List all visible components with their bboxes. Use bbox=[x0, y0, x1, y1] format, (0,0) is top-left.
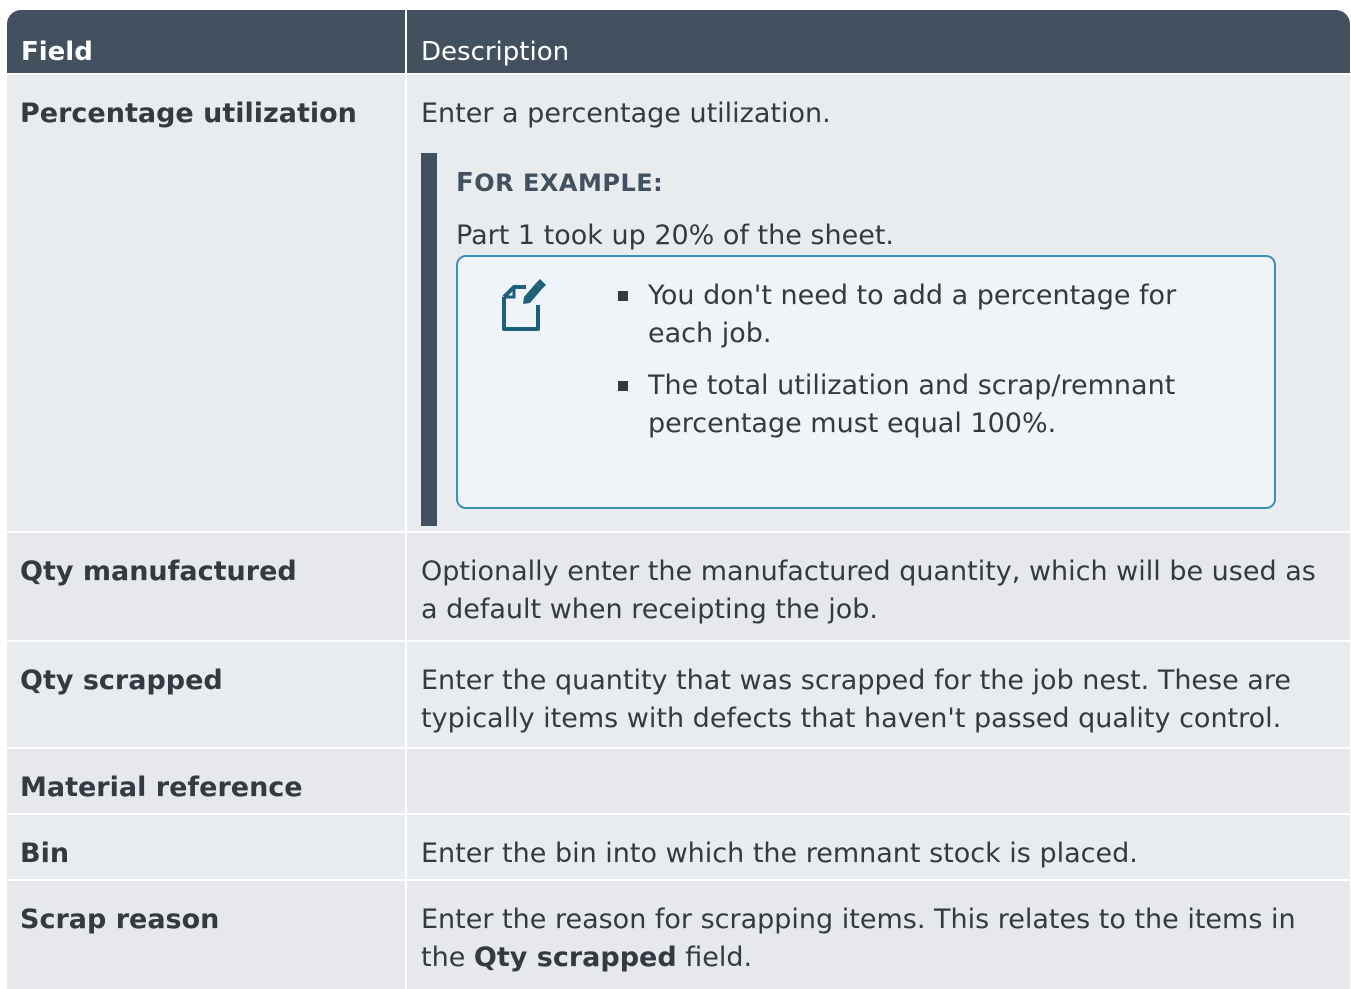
table-row: Percentage utilization Enter a percentag… bbox=[7, 73, 1350, 531]
list-item: The total utilization and scrap/remnant … bbox=[618, 367, 1188, 443]
field-name: Qty manufactured bbox=[7, 533, 407, 640]
field-description: Enter the bin into which the remnant sto… bbox=[421, 838, 1138, 869]
field-description: Enter the quantity that was scrapped for… bbox=[421, 665, 1291, 734]
table-header: Field Description bbox=[7, 10, 1350, 73]
field-description bbox=[407, 749, 1350, 813]
list-item: You don't need to add a percentage for e… bbox=[618, 277, 1188, 353]
table-row: Qty manufactured Optionally enter the ma… bbox=[7, 531, 1350, 640]
field-description: Enter the reason for scrapping items. Th… bbox=[421, 904, 1296, 973]
example-bar bbox=[421, 153, 437, 526]
edit-note-icon bbox=[502, 279, 546, 331]
header-description: Description bbox=[421, 36, 570, 67]
example-title: FOR EXAMPLE: bbox=[456, 168, 664, 198]
header-field: Field bbox=[7, 10, 407, 73]
field-name: Percentage utilization bbox=[7, 75, 407, 531]
note-box: You don't need to add a percentage for e… bbox=[456, 255, 1276, 509]
table-row: Scrap reason Enter the reason for scrapp… bbox=[7, 879, 1350, 989]
field-description: Enter a percentage utilization. FOR EXAM… bbox=[407, 75, 1350, 531]
note-list: You don't need to add a percentage for e… bbox=[618, 277, 1188, 457]
table-row: Bin Enter the bin into which the remnant… bbox=[7, 813, 1350, 879]
field-name: Scrap reason bbox=[7, 881, 407, 989]
example-block: FOR EXAMPLE: Part 1 took up 20% of the s… bbox=[421, 153, 1330, 526]
field-reference: Qty scrapped bbox=[473, 942, 677, 973]
description-text: Enter a percentage utilization. bbox=[421, 98, 831, 129]
field-description-table: Field Description Percentage utilization… bbox=[7, 10, 1350, 989]
field-name: Qty scrapped bbox=[7, 642, 407, 747]
field-name: Bin bbox=[7, 815, 407, 879]
table-row: Material reference bbox=[7, 747, 1350, 813]
table-row: Qty scrapped Enter the quantity that was… bbox=[7, 640, 1350, 747]
field-name: Material reference bbox=[7, 749, 407, 813]
field-description: Optionally enter the manufactured quanti… bbox=[421, 556, 1316, 625]
example-text: Part 1 took up 20% of the sheet. bbox=[456, 220, 894, 251]
